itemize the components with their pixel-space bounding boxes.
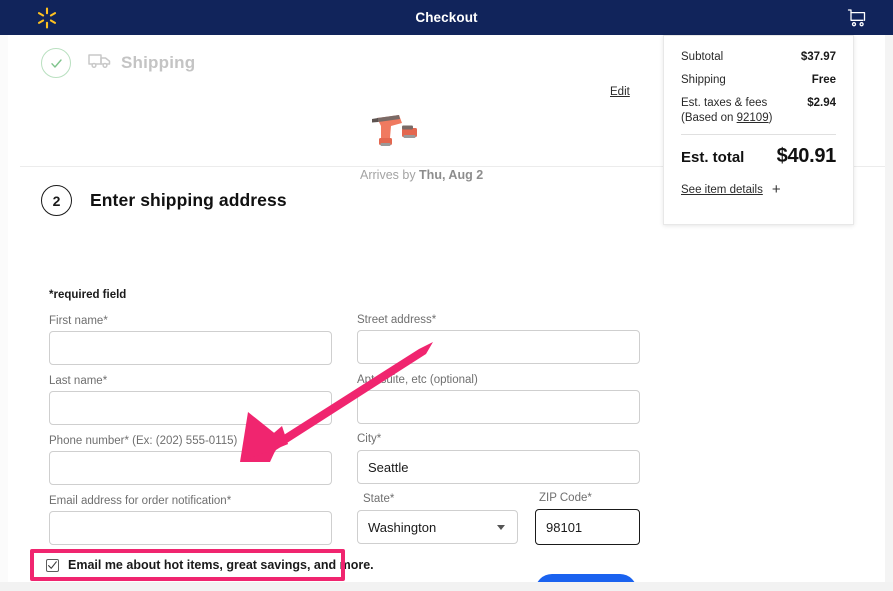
- required-field-note: *required field: [49, 289, 127, 301]
- state-label: State*: [363, 493, 395, 505]
- tax-note-prefix: (Based on: [681, 112, 737, 124]
- phone-number-input[interactable]: [49, 451, 332, 485]
- shipping-cost-value: Free: [811, 74, 836, 86]
- taxes-value: $2.94: [807, 97, 836, 109]
- checked-checkbox-icon[interactable]: [46, 558, 59, 572]
- arrives-date: Thu, Aug 2: [419, 168, 484, 182]
- step2-header: 2 Enter shipping address: [41, 185, 287, 216]
- shipping-section-header: Shipping: [41, 48, 195, 78]
- arrives-prefix: Arrives by: [360, 168, 420, 182]
- power-drill-product-image: [369, 108, 425, 154]
- see-item-details-link[interactable]: See item details: [681, 184, 763, 196]
- chevron-down-icon: [497, 524, 505, 530]
- page-bottom-background: [0, 582, 893, 591]
- app-header: Checkout: [0, 0, 893, 35]
- tax-note-suffix: ): [768, 112, 773, 124]
- checkout-page: Checkout Shipping Edit Arrives by Thu, A…: [0, 0, 893, 591]
- left-edge-strip: [0, 35, 8, 582]
- edit-shipping-link[interactable]: Edit: [610, 86, 630, 98]
- header-inner: Checkout: [0, 0, 893, 35]
- state-select[interactable]: Washington: [357, 510, 518, 544]
- last-name-input[interactable]: [49, 391, 332, 425]
- plus-icon[interactable]: +: [772, 182, 781, 197]
- summary-row-taxes: Est. taxes & fees $2.94: [681, 97, 836, 109]
- apt-suite-label: Apt, suite, etc (optional): [357, 374, 478, 386]
- taxes-label: Est. taxes & fees: [681, 97, 768, 109]
- truck-icon: [88, 52, 111, 74]
- first-name-input[interactable]: [49, 331, 332, 365]
- email-address-label: Email address for order notification*: [49, 495, 232, 507]
- summary-total-row: Est. total $40.91: [681, 145, 836, 168]
- est-total-label: Est. total: [681, 149, 745, 166]
- subtotal-label: Subtotal: [681, 51, 724, 63]
- phone-number-label: Phone number* (Ex: (202) 555-0115): [49, 435, 238, 447]
- marketing-optin-label: Email me about hot items, great savings,…: [68, 558, 374, 572]
- tax-zip-note: (Based on 92109): [681, 112, 836, 124]
- order-summary-card: Subtotal $37.97 Shipping Free Est. taxes…: [663, 35, 854, 225]
- summary-row-subtotal: Subtotal $37.97: [681, 51, 836, 63]
- street-address-input[interactable]: [357, 330, 640, 364]
- summary-divider: [681, 134, 836, 135]
- apt-suite-input[interactable]: [357, 390, 640, 424]
- state-select-value: Washington: [368, 519, 437, 535]
- first-name-label: First name*: [49, 315, 108, 327]
- street-address-label: Street address*: [357, 314, 437, 326]
- summary-row-shipping: Shipping Free: [681, 74, 836, 86]
- page-title: Checkout: [415, 10, 478, 25]
- tax-zip-link[interactable]: 92109: [737, 112, 769, 124]
- shipping-cost-label: Shipping: [681, 74, 726, 86]
- marketing-optin-row[interactable]: Email me about hot items, great savings,…: [46, 558, 374, 572]
- shipping-label: Shipping: [121, 53, 196, 72]
- arrives-by-text: Arrives by Thu, Aug 2: [360, 168, 483, 182]
- step2-title: Enter shipping address: [90, 190, 287, 210]
- est-total-value: $40.91: [776, 145, 837, 167]
- last-name-label: Last name*: [49, 375, 108, 387]
- step-number-badge: 2: [41, 185, 72, 216]
- see-item-details-row[interactable]: See item details +: [681, 182, 836, 197]
- zip-code-input[interactable]: [535, 509, 640, 545]
- city-input[interactable]: [357, 450, 640, 484]
- check-circle-icon: [41, 48, 71, 78]
- city-label: City*: [357, 433, 382, 445]
- email-address-input[interactable]: [49, 511, 332, 545]
- shopping-cart-icon[interactable]: [847, 8, 867, 28]
- zip-code-label: ZIP Code*: [539, 492, 592, 504]
- subtotal-value: $37.97: [800, 51, 836, 63]
